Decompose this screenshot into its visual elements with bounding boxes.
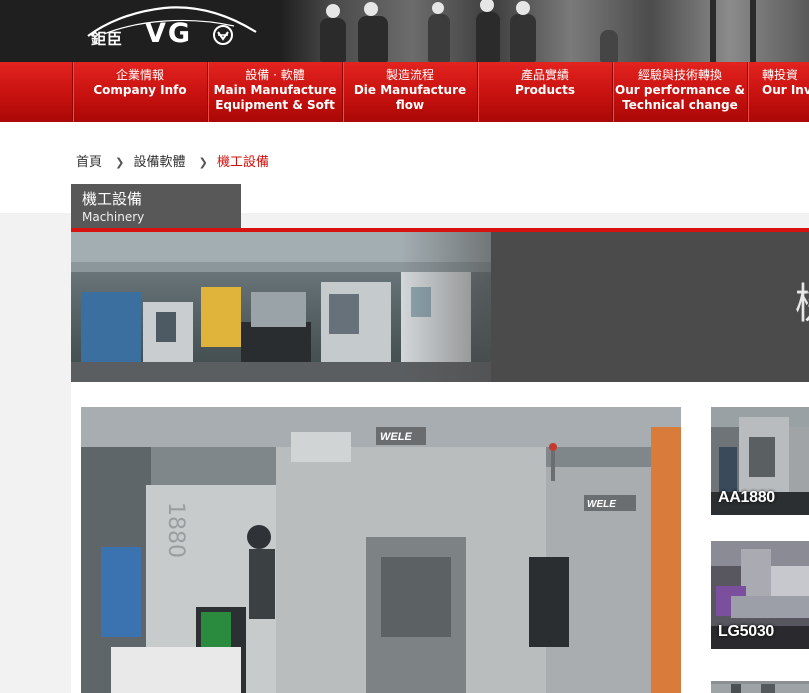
banner-title: 機 — [795, 270, 809, 331]
thumbnail-aa1880[interactable]: AA1880 — [711, 407, 809, 515]
breadcrumb-current: 機工設備 — [217, 155, 270, 170]
nav-label-en: Company Info — [93, 83, 187, 97]
main-nav: 企業情報 Company Info 設備 · 軟體 Main Manufactu… — [0, 62, 809, 122]
thumbnail-label: LG5030 — [718, 623, 775, 640]
brand-logo-text-2: WELE — [587, 499, 616, 510]
nav-label-zh: 轉投資 — [762, 68, 799, 82]
logo-emblem-icon — [213, 25, 233, 45]
nav-label-zh: 製造流程 — [385, 68, 434, 82]
chevron-right-icon: ❯ — [115, 156, 125, 169]
nav-label-en: Die Manufacture flow — [353, 83, 467, 112]
nav-performance[interactable]: 經驗與技術轉換 Our performance & Technical chan… — [612, 62, 747, 122]
nav-label-en: Our performance & Technical change — [615, 83, 745, 112]
nav-products[interactable]: 產品實績 Products — [477, 62, 612, 122]
nav-label-en: Products — [514, 83, 576, 97]
section-title-tab: 機工設備 Machinery — [71, 184, 241, 230]
thumbnail-lg5030[interactable]: LG5030 — [711, 541, 809, 649]
nav-investment[interactable]: 轉投資 Our Inv... Pro... — [747, 62, 809, 122]
machine-model-text: 1880 — [163, 502, 188, 558]
machining-center-image: 1880 WELE WELE — [81, 407, 681, 693]
banner-gradient — [401, 232, 561, 382]
chevron-right-icon: ❯ — [198, 156, 208, 169]
section-banner: 機 — [71, 232, 809, 382]
thumbnail-partial[interactable] — [711, 681, 809, 693]
breadcrumb: 首頁 ❯ 設備軟體 ❯ 機工設備 — [76, 154, 273, 172]
nav-label-zh: 產品實績 — [520, 68, 569, 82]
brand-logo-text: WELE — [380, 431, 412, 443]
logo-chinese-name: 鉅臣 — [91, 30, 124, 48]
nav-equipment-software[interactable]: 設備 · 軟體 Main Manufacture Equipment & Sof… — [207, 62, 342, 122]
thumbnail-image — [711, 684, 809, 693]
logo-brand: VG — [145, 18, 193, 49]
nav-label-zh: 企業情報 — [115, 68, 164, 82]
section-title-en: Machinery — [82, 210, 145, 224]
nav-label-en: Our Inv... Pro... — [762, 83, 809, 97]
nav-manufacture-flow[interactable]: 製造流程 Die Manufacture flow — [342, 62, 477, 122]
breadcrumb-equipment[interactable]: 設備軟體 — [134, 155, 186, 170]
main-machine-photo: 1880 WELE WELE — [81, 407, 681, 693]
nav-label-zh: 設備 · 軟體 — [245, 68, 305, 82]
nav-company-info[interactable]: 企業情報 Company Info — [72, 62, 207, 122]
nav-label-en: Main Manufacture Equipment & Soft — [213, 83, 337, 112]
site-logo[interactable]: 鉅臣 VG — [0, 0, 280, 62]
header-workers-photo — [280, 0, 809, 62]
section-title-zh: 機工設備 — [82, 190, 143, 208]
site-header: 鉅臣 VG — [0, 0, 809, 62]
nav-label-zh: 經驗與技術轉換 — [637, 68, 722, 82]
breadcrumb-home[interactable]: 首頁 — [76, 155, 102, 170]
thumbnail-label: AA1880 — [718, 489, 775, 506]
